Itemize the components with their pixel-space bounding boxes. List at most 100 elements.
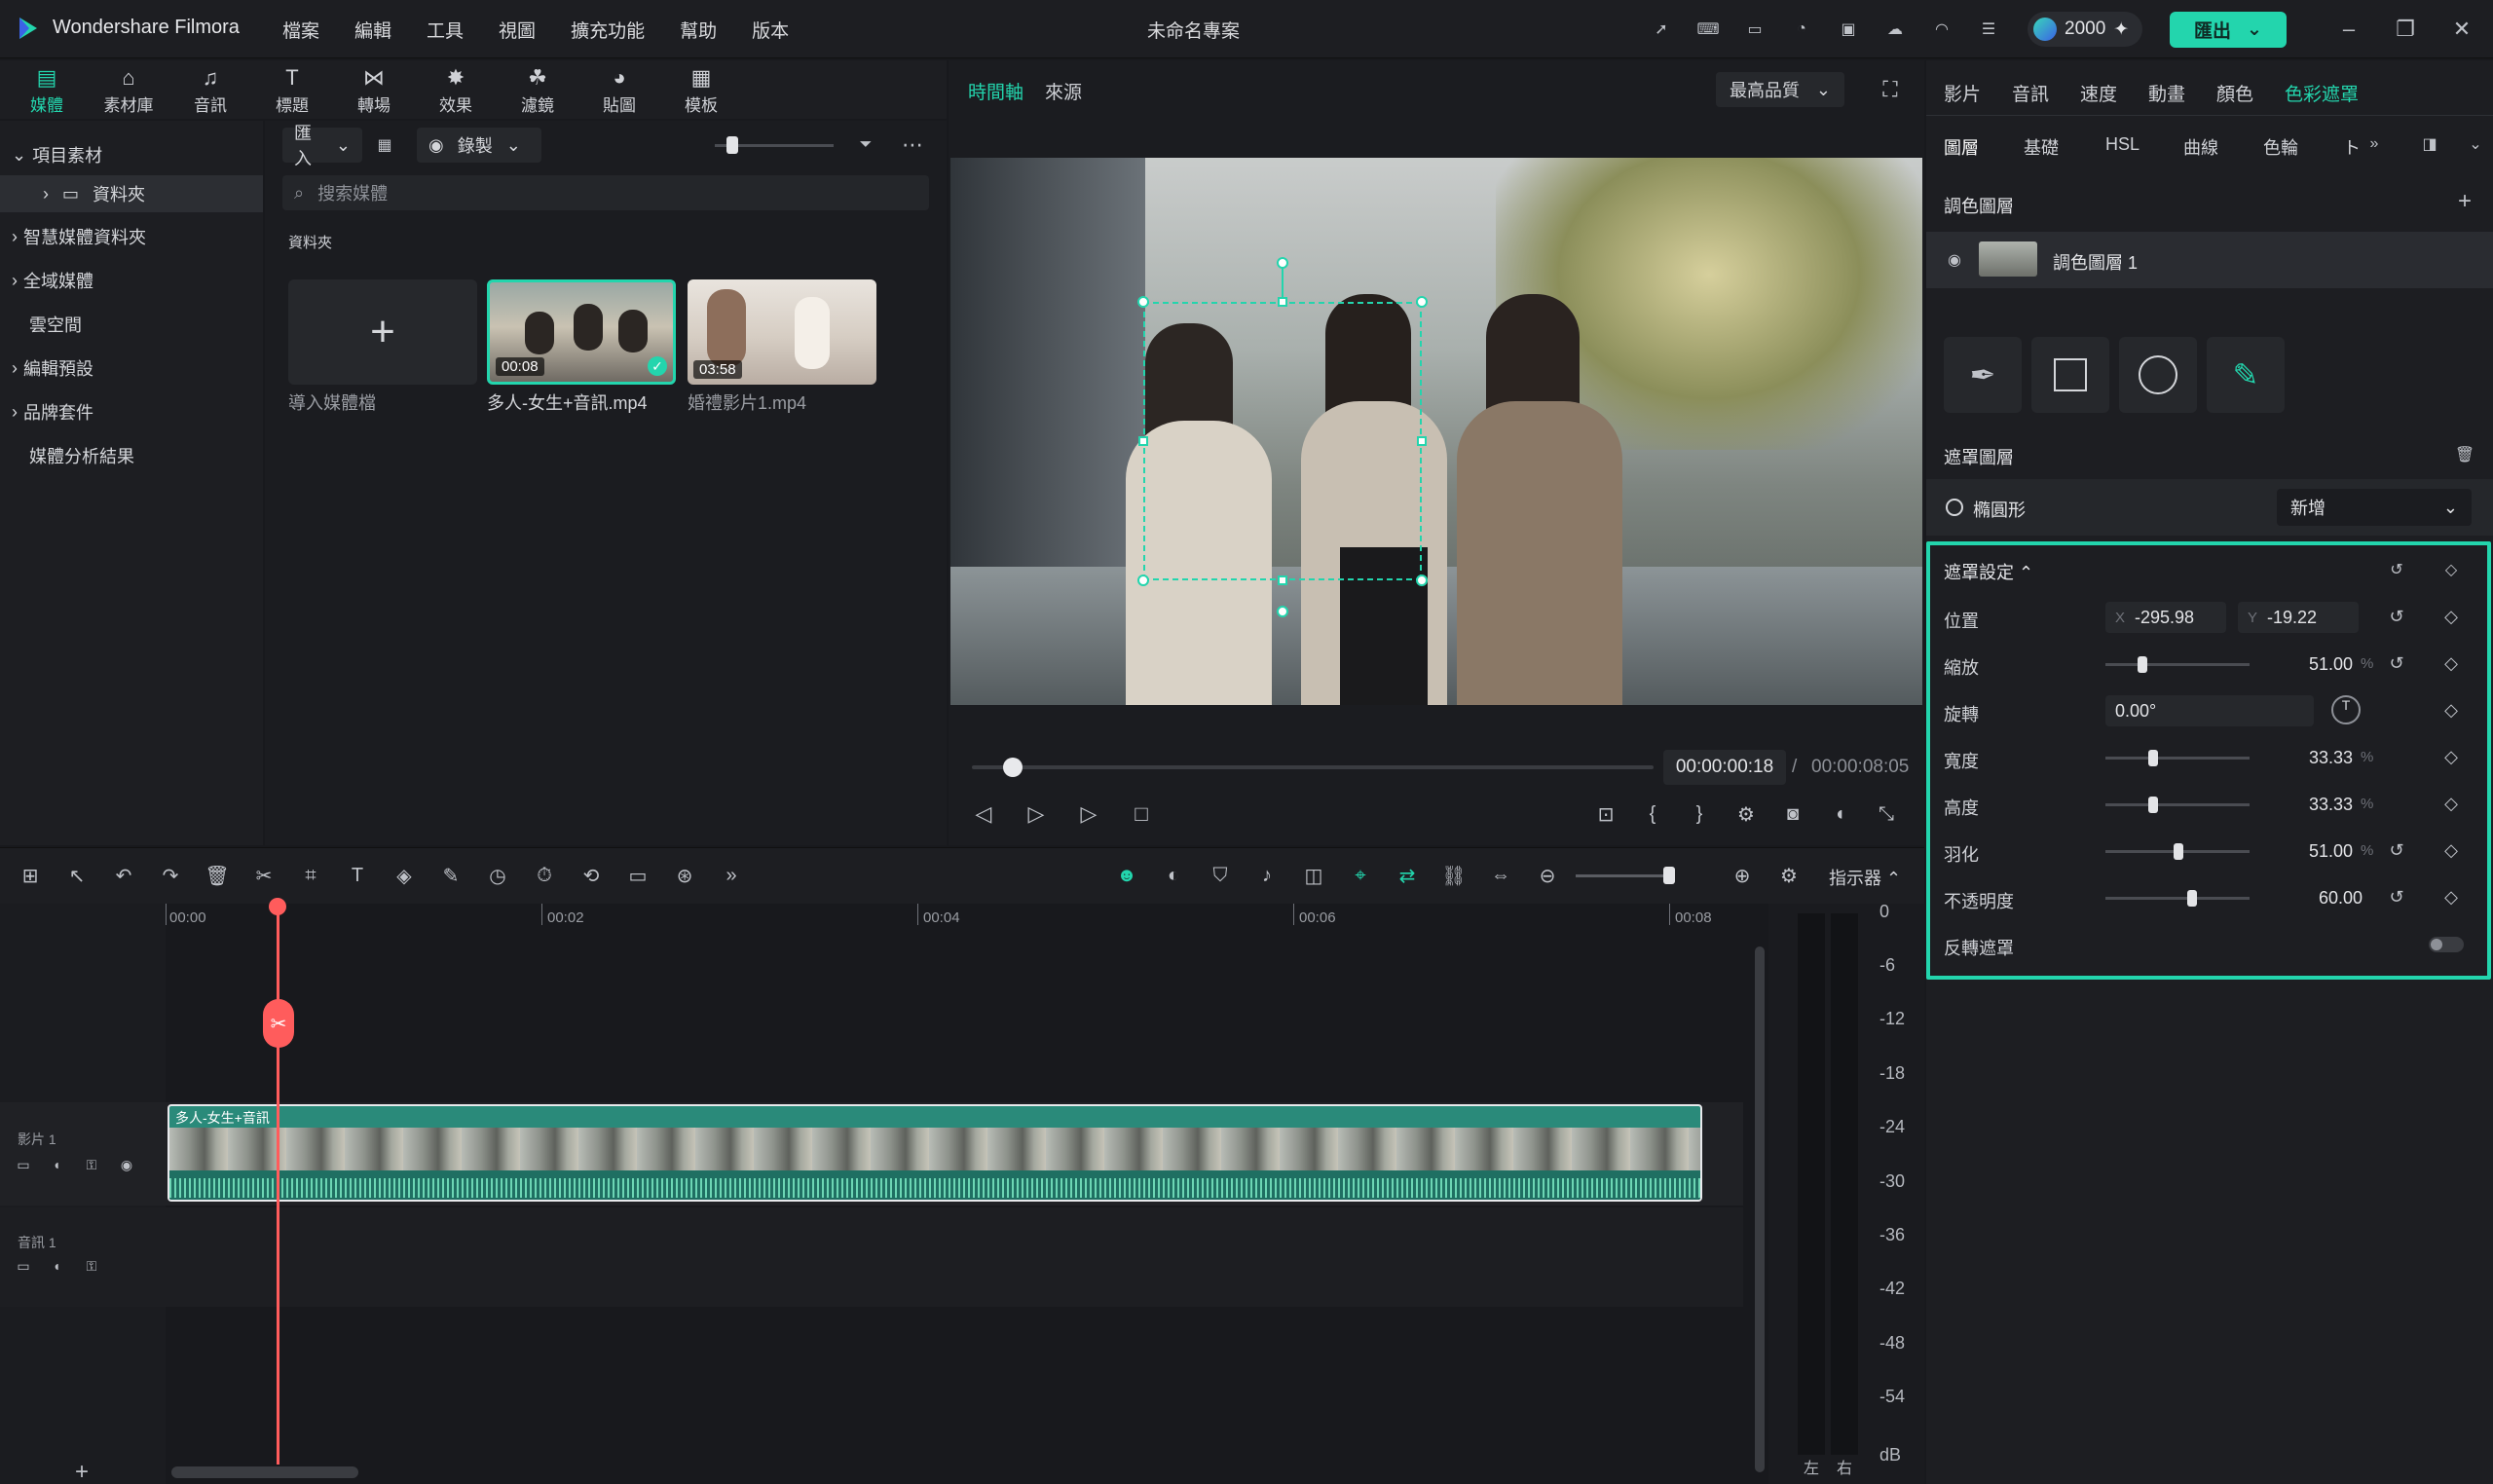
ai-icon[interactable]: ⊛ — [668, 859, 701, 892]
media-thumb-2[interactable]: 03:58 — [688, 279, 876, 385]
volume-icon[interactable]: ◖ — [1823, 798, 1856, 830]
zoom-out-icon[interactable]: ⊖ — [1531, 859, 1564, 892]
reset-icon[interactable]: ↺ — [2384, 837, 2409, 863]
subtab-basic[interactable]: 基礎 — [2024, 134, 2059, 160]
sidebar-item-cloud[interactable]: 雲空間 — [0, 306, 263, 343]
add-layer-icon[interactable]: + — [2452, 188, 2477, 214]
close-icon[interactable]: ✕ — [2446, 14, 2477, 45]
rotate-dial-icon[interactable]: T — [2331, 695, 2361, 724]
scissors-icon[interactable]: ✂ — [247, 859, 280, 892]
add-track-icon[interactable]: + — [70, 1459, 93, 1484]
mask-handle[interactable] — [1278, 575, 1287, 585]
tab-color[interactable]: 顏色 — [2216, 80, 2253, 106]
sidebar-item-project-media[interactable]: ⌄ 項目素材 — [0, 136, 263, 173]
timeline-zoom-slider[interactable] — [1576, 874, 1673, 877]
subtab-layers[interactable]: 圖層 — [1944, 134, 1979, 160]
timer-icon[interactable]: ⏱ — [528, 859, 561, 892]
timeline-zoom-knob[interactable] — [1663, 867, 1675, 884]
undo-icon[interactable]: ↶ — [107, 859, 140, 892]
reset-icon[interactable]: ↺ — [2384, 650, 2409, 676]
select-arrow-icon[interactable]: ↖ — [60, 859, 93, 892]
playhead-handle[interactable] — [269, 898, 286, 915]
keyframe-icon[interactable]: ◇ — [2438, 604, 2464, 629]
next-frame-icon[interactable]: ▷ — [1021, 798, 1052, 830]
tab-animation[interactable]: 動畫 — [2148, 80, 2185, 106]
playhead[interactable] — [277, 904, 279, 1465]
snapshot-view-icon[interactable]: ⛶ — [1874, 74, 1907, 105]
video-clip[interactable]: 多人-女生+音訊 — [167, 1104, 1702, 1202]
delete-icon[interactable]: 🗑 — [201, 859, 234, 892]
timeline-ruler[interactable]: 00:00 00:02 00:04 00:06 00:08 — [166, 904, 1743, 933]
thumb-size-knob[interactable] — [726, 136, 738, 154]
timeline-horizontal-scrollbar[interactable] — [171, 1466, 358, 1478]
import-media-tile[interactable]: + — [288, 279, 477, 385]
headset-icon[interactable]: ◠ — [1926, 14, 1957, 45]
tab-speed[interactable]: 速度 — [2080, 80, 2117, 106]
speaker-icon[interactable]: ◖ — [47, 1256, 66, 1276]
color-pen-icon[interactable]: ✎ — [434, 859, 467, 892]
sidebar-item-smart-folder[interactable]: › 智慧媒體資料夾 — [0, 218, 263, 255]
mark-in-icon[interactable]: { — [1636, 798, 1669, 830]
rectangle-mask-tool[interactable] — [2031, 337, 2109, 413]
eye-icon[interactable]: ◉ — [1942, 247, 1967, 273]
tab-effects[interactable]: ✸ 效果 — [421, 64, 491, 119]
position-y-field[interactable]: Y -19.22 — [2238, 602, 2359, 633]
sidebar-item-analysis[interactable]: 媒體分析結果 — [0, 437, 263, 474]
mask-handle[interactable] — [1416, 575, 1428, 586]
grid-view-icon[interactable]: ▦ — [370, 130, 399, 160]
list-icon[interactable]: ☰ — [1973, 14, 2004, 45]
mask-handle[interactable] — [1416, 296, 1428, 308]
send-icon[interactable]: ➚ — [1646, 14, 1677, 45]
freeze-icon[interactable]: ▭ — [621, 859, 654, 892]
subtab-curves[interactable]: 曲線 — [2183, 134, 2218, 160]
mask-handle[interactable] — [1278, 297, 1287, 307]
mark-out-icon[interactable]: } — [1683, 798, 1716, 830]
aspect-ratio-icon[interactable]: ⊡ — [1589, 798, 1622, 830]
keyframe-icon[interactable]: ◇ — [2438, 650, 2464, 676]
tab-video[interactable]: 影片 — [1944, 80, 1981, 106]
record-dropdown[interactable]: ◉ 錄製 ⌄ — [417, 128, 541, 163]
keyboard-icon[interactable]: ⌨ — [1693, 14, 1724, 45]
ellipse-mask-tool[interactable] — [2119, 337, 2197, 413]
keyframe-icon[interactable]: ◇ — [2438, 697, 2464, 723]
opacity-knob[interactable] — [2186, 890, 2197, 907]
fit-icon[interactable]: ⇔ — [1484, 859, 1517, 892]
preview-scrubber[interactable] — [972, 765, 1654, 769]
reset-icon[interactable]: ↺ — [2384, 557, 2409, 582]
search-input[interactable]: ⌕ 搜索媒體 — [282, 175, 929, 210]
subtab-color-wheel[interactable]: 色輪 — [2263, 134, 2298, 160]
auto-ripple-icon[interactable]: ⇄ — [1391, 859, 1424, 892]
folder-icon[interactable]: ▭ — [14, 1256, 33, 1276]
menu-file[interactable]: 檔案 — [282, 17, 319, 43]
mask-handle[interactable] — [1137, 296, 1149, 308]
ai-mate-icon[interactable]: ☻ — [1110, 859, 1143, 892]
filter-funnel-icon[interactable]: ⏷ — [851, 130, 880, 160]
pen-mask-tool[interactable]: ✒ — [1944, 337, 2022, 413]
quality-dropdown[interactable]: 最高品質 ⌄ — [1716, 72, 1844, 107]
tab-titles[interactable]: T 標題 — [257, 64, 327, 119]
position-x-field[interactable]: X -295.98 — [2105, 602, 2226, 633]
invert-toggle[interactable] — [2429, 937, 2464, 952]
text-icon[interactable]: T — [341, 859, 374, 892]
save-icon[interactable]: ▣ — [1833, 14, 1864, 45]
tab-transitions[interactable]: ⋈ 轉場 — [339, 64, 409, 119]
menu-view[interactable]: 視圖 — [499, 17, 536, 43]
sidebar-item-brand-kit[interactable]: › 品牌套件 — [0, 393, 263, 430]
preview-scrubber-knob[interactable] — [1003, 758, 1023, 777]
tab-color-mask[interactable]: 色彩遮罩 — [2285, 80, 2359, 106]
lock-icon[interactable]: ⚿ — [82, 1155, 101, 1174]
rotate-field[interactable]: 0.00° — [2105, 695, 2314, 726]
height-value[interactable]: 33.33 — [2281, 795, 2353, 815]
credits-badge[interactable]: 2000 ✦ — [2028, 12, 2142, 47]
shield-icon[interactable]: ⛉ — [1204, 859, 1237, 892]
voice-icon[interactable]: ♪ — [1250, 859, 1284, 892]
mask-handle[interactable] — [1417, 436, 1427, 446]
link-icon[interactable]: ⛓ — [1437, 859, 1470, 892]
prev-frame-icon[interactable]: ◁ — [968, 798, 999, 830]
speed-icon[interactable]: ◷ — [481, 859, 514, 892]
mask-rotate-handle[interactable] — [1277, 257, 1288, 269]
layout-grid-icon[interactable]: ⊞ — [14, 859, 47, 892]
color-layer-row[interactable]: ◉ 調色圖層 1 — [1926, 232, 2493, 288]
menu-extensions[interactable]: 擴充功能 — [571, 17, 645, 43]
double-chevron-right-icon[interactable]: » — [2363, 132, 2386, 156]
